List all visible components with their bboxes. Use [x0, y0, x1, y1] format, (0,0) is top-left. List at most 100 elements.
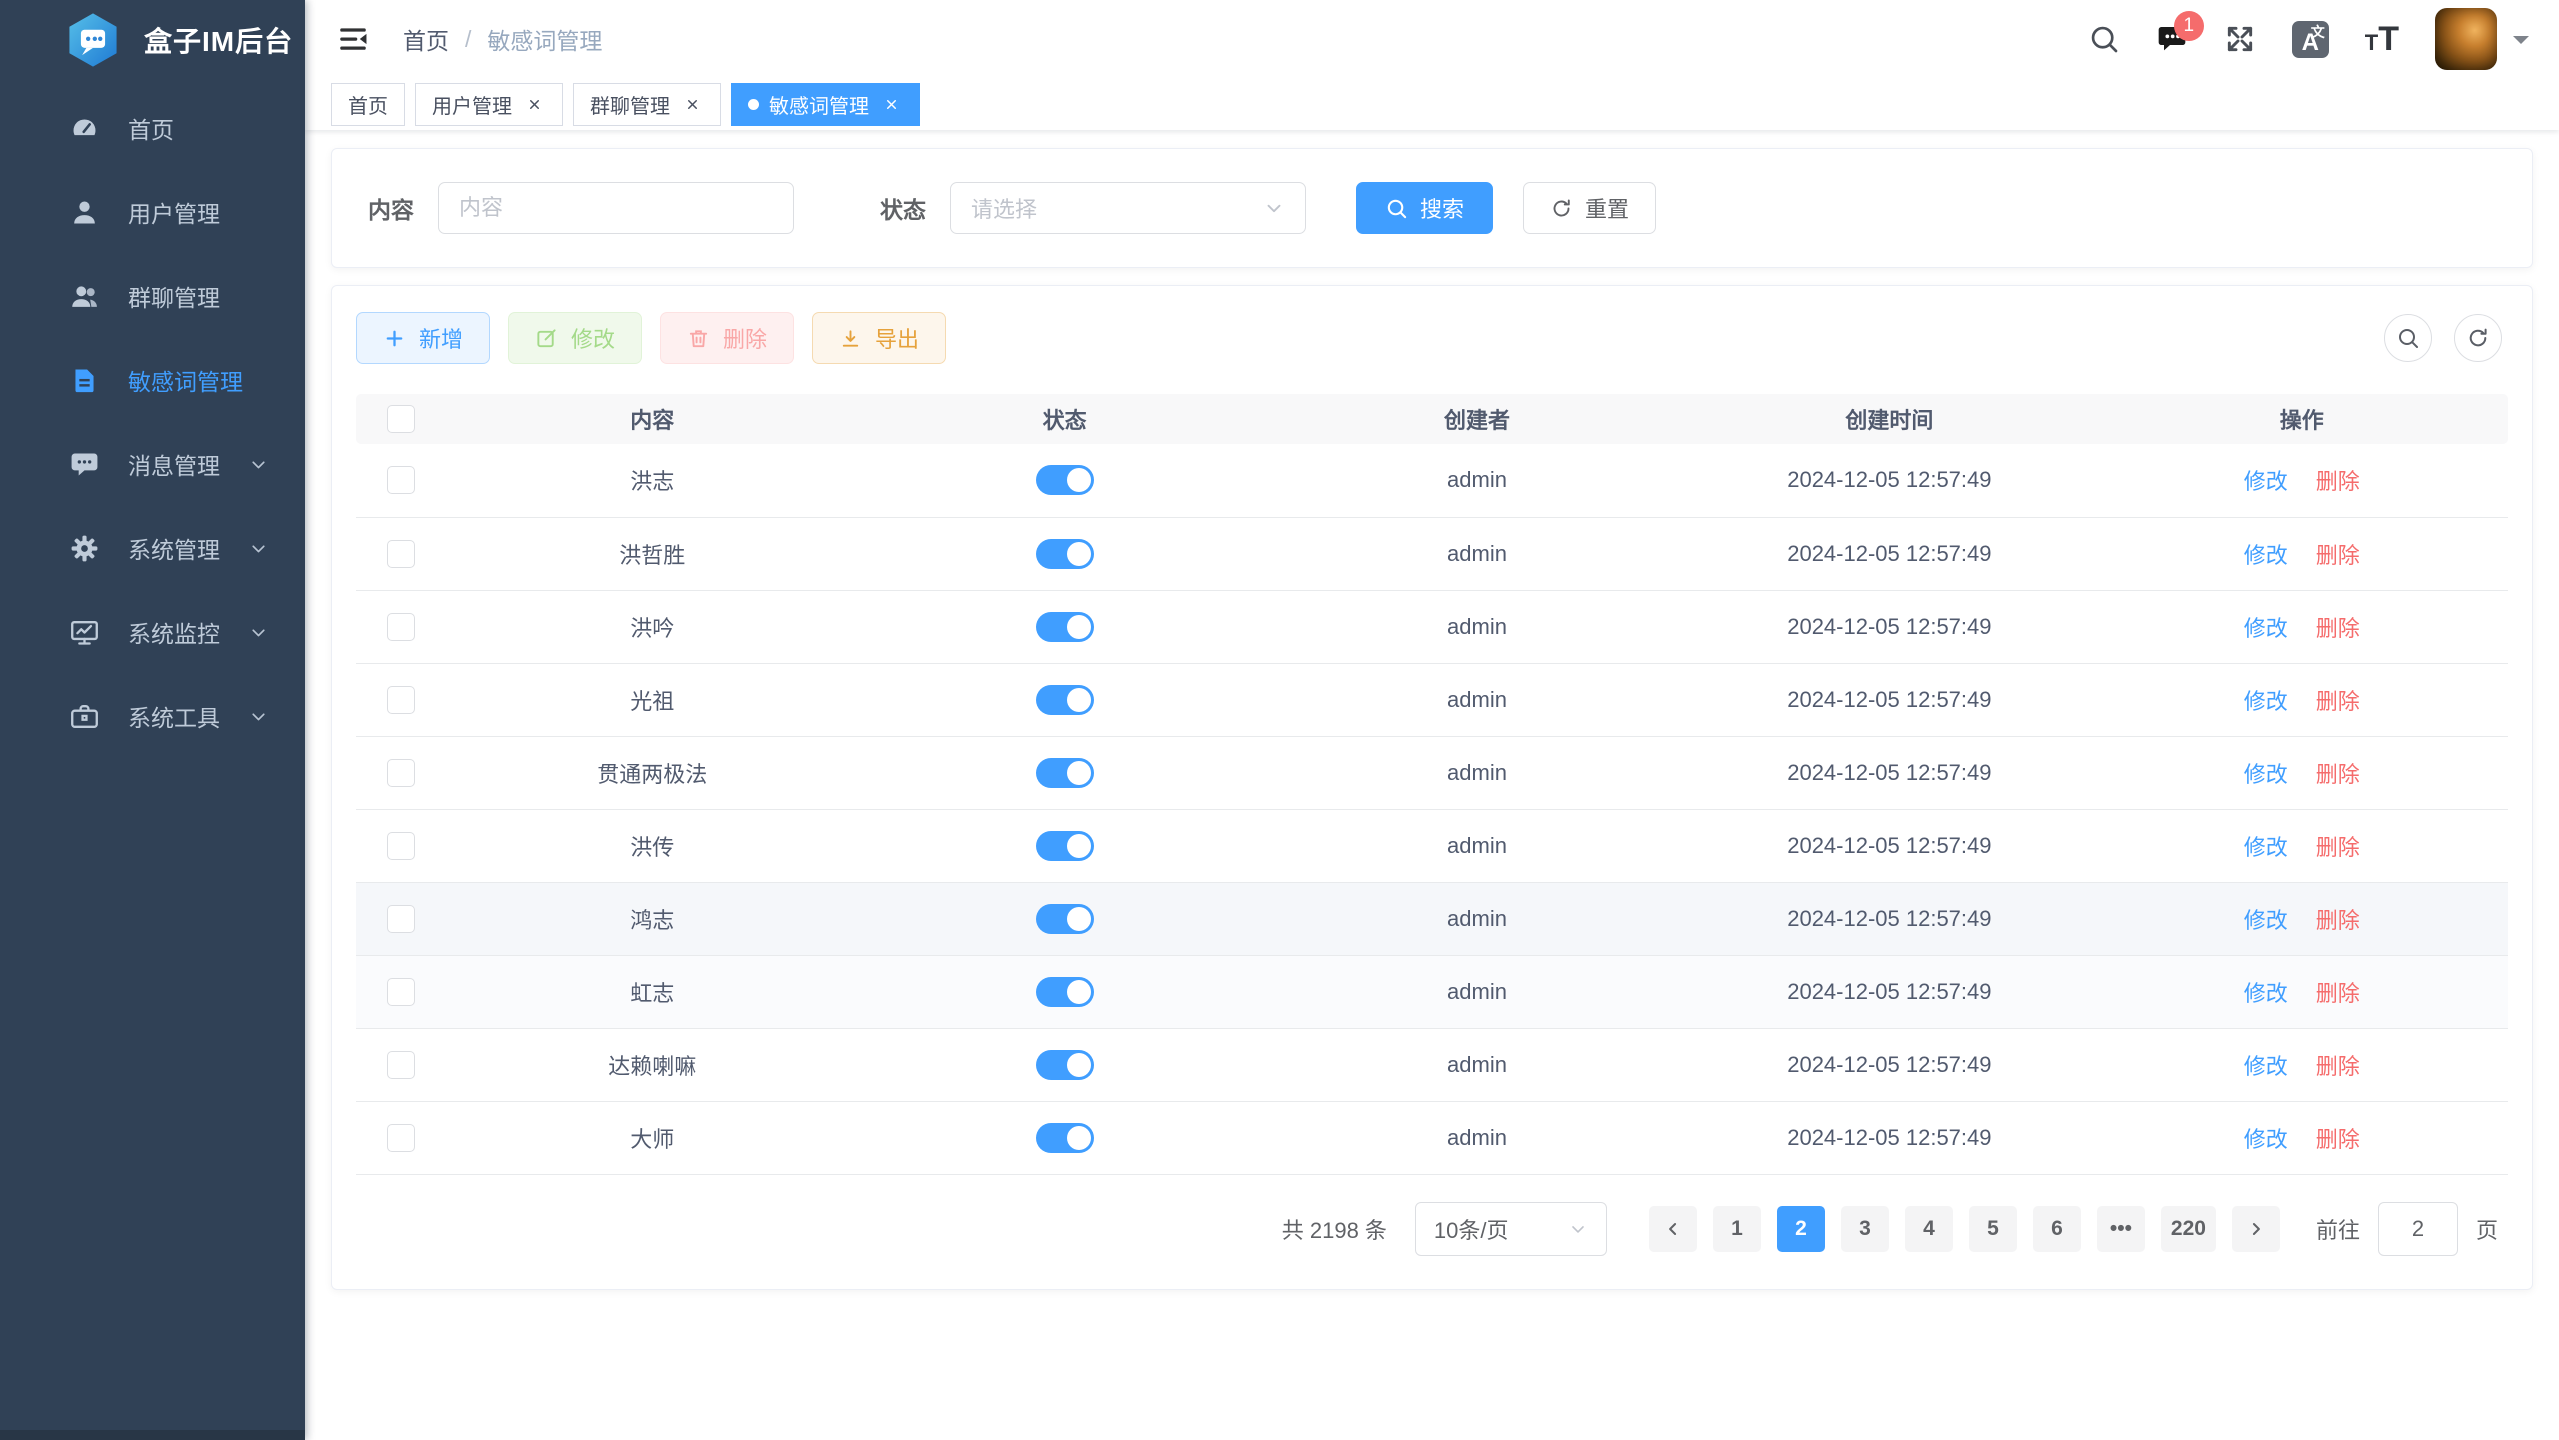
next-page-button[interactable] — [2232, 1206, 2280, 1252]
status-toggle[interactable] — [1036, 758, 1094, 788]
prev-page-button[interactable] — [1649, 1206, 1697, 1252]
breadcrumb-home[interactable]: 首页 — [403, 22, 449, 56]
sidebar-item-messages[interactable]: 消息管理 — [0, 422, 305, 506]
status-toggle[interactable] — [1036, 977, 1094, 1007]
dashboard-icon — [68, 112, 100, 144]
row-edit-link[interactable]: 修改 — [2244, 981, 2288, 1006]
sidebar-item-system-tools[interactable]: 系统工具 — [0, 674, 305, 758]
status-toggle[interactable] — [1036, 904, 1094, 934]
close-icon[interactable] — [522, 92, 546, 116]
page-button-220[interactable]: 220 — [2161, 1206, 2216, 1252]
row-checkbox[interactable] — [387, 540, 415, 568]
row-edit-link[interactable]: 修改 — [2244, 762, 2288, 787]
sidebar-collapse-icon[interactable] — [331, 17, 375, 61]
reset-button[interactable]: 重置 — [1523, 182, 1656, 234]
row-checkbox[interactable] — [387, 759, 415, 787]
search-button[interactable]: 搜索 — [1356, 182, 1493, 234]
delete-button[interactable]: 删除 — [660, 312, 794, 364]
content-filter-input[interactable] — [438, 182, 794, 234]
row-edit-link[interactable]: 修改 — [2244, 908, 2288, 933]
row-checkbox[interactable] — [387, 832, 415, 860]
cell-creator: admin — [1271, 444, 1683, 517]
row-checkbox[interactable] — [387, 1124, 415, 1152]
row-delete-link[interactable]: 删除 — [2316, 469, 2360, 494]
tab-group-management[interactable]: 群聊管理 — [573, 83, 721, 126]
status-toggle[interactable] — [1036, 1050, 1094, 1080]
row-edit-link[interactable]: 修改 — [2244, 1054, 2288, 1079]
status-toggle[interactable] — [1036, 612, 1094, 642]
refresh-table-icon[interactable] — [2454, 314, 2502, 362]
status-toggle[interactable] — [1036, 465, 1094, 495]
page-button-2-active[interactable]: 2 — [1777, 1206, 1825, 1252]
tab-home[interactable]: 首页 — [331, 83, 405, 126]
row-delete-link[interactable]: 删除 — [2316, 762, 2360, 787]
row-checkbox[interactable] — [387, 978, 415, 1006]
row-edit-link[interactable]: 修改 — [2244, 543, 2288, 568]
chevron-down-icon — [1263, 197, 1285, 219]
table-card: 新增 修改 删除 导出 — [331, 285, 2533, 1290]
row-checkbox[interactable] — [387, 466, 415, 494]
sidebar-item-groups[interactable]: 群聊管理 — [0, 254, 305, 338]
row-edit-link[interactable]: 修改 — [2244, 835, 2288, 860]
data-table: 内容 状态 创建者 创建时间 操作 洪志 admin 2024-12-05 12… — [356, 394, 2508, 1175]
status-toggle[interactable] — [1036, 1123, 1094, 1153]
export-button[interactable]: 导出 — [812, 312, 946, 364]
row-delete-link[interactable]: 删除 — [2316, 689, 2360, 714]
sidebar-item-system-monitor[interactable]: 系统监控 — [0, 590, 305, 674]
tab-label: 用户管理 — [432, 90, 512, 119]
cell-content: 贯通两极法 — [446, 736, 858, 809]
row-edit-link[interactable]: 修改 — [2244, 689, 2288, 714]
row-delete-link[interactable]: 删除 — [2316, 616, 2360, 641]
language-switch-icon[interactable]: A 文 — [2292, 21, 2329, 58]
row-checkbox[interactable] — [387, 1051, 415, 1079]
row-checkbox[interactable] — [387, 613, 415, 641]
font-size-icon[interactable]: T T — [2365, 20, 2399, 59]
sidebar-item-label: 系统监控 — [128, 615, 220, 649]
close-icon[interactable] — [680, 92, 704, 116]
user-menu[interactable] — [2435, 8, 2529, 70]
row-edit-link[interactable]: 修改 — [2244, 469, 2288, 494]
row-edit-link[interactable]: 修改 — [2244, 616, 2288, 641]
status-filter-select[interactable]: 请选择 — [950, 182, 1306, 234]
close-icon[interactable] — [879, 92, 903, 116]
toggle-search-icon[interactable] — [2384, 314, 2432, 362]
header-search-icon[interactable] — [2088, 23, 2120, 55]
sidebar-item-users[interactable]: 用户管理 — [0, 170, 305, 254]
language-icon-cjk: 文 — [2311, 25, 2325, 39]
goto-page-input[interactable] — [2378, 1202, 2458, 1256]
sidebar-item-sensitive-words[interactable]: 敏感词管理 — [0, 338, 305, 422]
row-edit-link[interactable]: 修改 — [2244, 1127, 2288, 1152]
row-delete-link[interactable]: 删除 — [2316, 1127, 2360, 1152]
messages-icon[interactable]: 1 — [2156, 23, 2188, 55]
avatar[interactable] — [2435, 8, 2497, 70]
page-button-4[interactable]: 4 — [1905, 1206, 1953, 1252]
row-checkbox[interactable] — [387, 686, 415, 714]
sidebar-item-home[interactable]: 首页 — [0, 86, 305, 170]
page-button-1[interactable]: 1 — [1713, 1206, 1761, 1252]
page-button-3[interactable]: 3 — [1841, 1206, 1889, 1252]
content-filter-label: 内容 — [368, 191, 414, 225]
tab-user-management[interactable]: 用户管理 — [415, 83, 563, 126]
add-button[interactable]: 新增 — [356, 312, 490, 364]
table-row: 光祖 admin 2024-12-05 12:57:49 修改删除 — [356, 663, 2508, 736]
tab-sensitive-words[interactable]: 敏感词管理 — [731, 83, 920, 126]
cell-creator: admin — [1271, 663, 1683, 736]
row-delete-link[interactable]: 删除 — [2316, 981, 2360, 1006]
status-toggle[interactable] — [1036, 539, 1094, 569]
page-ellipsis-button[interactable]: ••• — [2097, 1206, 2145, 1252]
row-delete-link[interactable]: 删除 — [2316, 908, 2360, 933]
row-checkbox[interactable] — [387, 905, 415, 933]
row-delete-link[interactable]: 删除 — [2316, 1054, 2360, 1079]
fullscreen-icon[interactable] — [2224, 23, 2256, 55]
page-button-6[interactable]: 6 — [2033, 1206, 2081, 1252]
status-toggle[interactable] — [1036, 685, 1094, 715]
row-delete-link[interactable]: 删除 — [2316, 835, 2360, 860]
page-button-5[interactable]: 5 — [1969, 1206, 2017, 1252]
cell-creator: admin — [1271, 736, 1683, 809]
select-all-checkbox[interactable] — [387, 405, 415, 433]
edit-button[interactable]: 修改 — [508, 312, 642, 364]
status-toggle[interactable] — [1036, 831, 1094, 861]
row-delete-link[interactable]: 删除 — [2316, 543, 2360, 568]
sidebar-item-system-admin[interactable]: 系统管理 — [0, 506, 305, 590]
page-size-select[interactable]: 10条/页 — [1415, 1202, 1607, 1256]
